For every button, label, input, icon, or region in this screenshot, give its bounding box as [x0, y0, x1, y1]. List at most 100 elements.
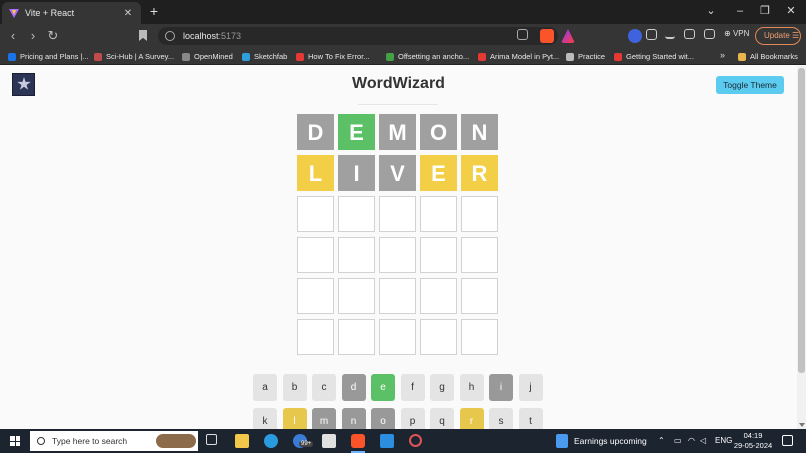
key-o[interactable]: o — [371, 408, 395, 429]
forward-icon[interactable]: › — [24, 27, 42, 45]
key-c[interactable]: c — [312, 374, 336, 401]
close-window-icon[interactable]: ✕ — [783, 3, 799, 19]
url-port: :5173 — [218, 31, 242, 41]
maximize-icon[interactable]: ❐ — [757, 3, 773, 19]
browser-tab[interactable]: Vite + React ✕ — [2, 2, 141, 24]
wallet-icon[interactable] — [704, 29, 715, 39]
file-explorer-icon[interactable] — [235, 434, 249, 448]
board-cell — [461, 196, 498, 232]
brave-shields-icon[interactable] — [540, 29, 554, 43]
bookmark-label: Getting Started wit... — [626, 52, 694, 61]
key-l[interactable]: l — [282, 408, 307, 429]
all-bookmarks-folder[interactable]: All Bookmarks — [738, 51, 798, 62]
page-scrollbar[interactable] — [797, 66, 806, 429]
taskbar-search[interactable]: Type here to search — [30, 431, 198, 451]
bookmark-item[interactable]: OpenMined — [182, 51, 233, 62]
board-cell: V — [379, 155, 416, 191]
minimize-icon[interactable]: – — [732, 3, 748, 19]
edge-icon[interactable] — [264, 434, 278, 448]
bookmark-item[interactable]: How To Fix Error... — [296, 51, 370, 62]
key-e[interactable]: e — [371, 374, 395, 401]
key-f[interactable]: f — [400, 374, 425, 401]
board-cell — [461, 278, 498, 314]
board-cell — [420, 237, 457, 273]
vscode-icon[interactable] — [380, 434, 394, 448]
key-p[interactable]: p — [400, 408, 425, 429]
key-s[interactable]: s — [489, 408, 513, 429]
taskbar-clock[interactable]: 04:19 29-05-2024 — [733, 431, 773, 451]
key-b[interactable]: b — [282, 374, 307, 401]
bookmark-icon[interactable] — [139, 30, 147, 41]
update-button[interactable]: Update ☰ — [755, 27, 801, 45]
bookmark-item[interactable]: Sci-Hub | A Survey... — [94, 51, 174, 62]
download-icon[interactable] — [665, 29, 675, 39]
extension-icon[interactable] — [628, 29, 642, 43]
board-cell: R — [461, 155, 498, 191]
back-icon[interactable]: ‹ — [4, 27, 22, 45]
scroll-down-icon[interactable] — [799, 423, 805, 427]
board-cell — [297, 196, 334, 232]
brave-browser-icon[interactable] — [351, 434, 365, 448]
news-widget[interactable]: Earnings upcoming — [556, 434, 647, 448]
wifi-icon[interactable]: ◠ — [688, 436, 695, 445]
tray-overflow-icon[interactable]: ⌃ — [658, 436, 665, 445]
key-j[interactable]: j — [518, 374, 543, 401]
bookmark-item[interactable]: Pricing and Plans |... — [8, 51, 89, 62]
extensions-puzzle-icon[interactable] — [646, 29, 657, 40]
store-icon[interactable] — [322, 434, 336, 448]
recorder-icon[interactable] — [409, 434, 422, 447]
reload-icon[interactable]: ↻ — [44, 27, 62, 45]
address-bar[interactable]: localhost:5173 — [158, 27, 558, 45]
bookmark-favicon-icon — [614, 52, 622, 61]
scrollbar-thumb[interactable] — [798, 68, 805, 373]
key-k[interactable]: k — [253, 408, 277, 429]
key-g[interactable]: g — [430, 374, 454, 401]
vpn-button[interactable]: ⊕ VPN — [724, 29, 749, 38]
brave-rewards-icon[interactable] — [561, 29, 575, 43]
bookmarks-bar: Pricing and Plans |... Sci-Hub | A Surve… — [0, 48, 806, 65]
key-r[interactable]: r — [459, 408, 484, 429]
bookmark-item[interactable]: Sketchfab — [242, 51, 287, 62]
key-h[interactable]: h — [459, 374, 484, 401]
update-label: Update — [764, 31, 790, 40]
bookmark-label: Sci-Hub | A Survey... — [106, 52, 175, 61]
new-tab-button[interactable]: + — [147, 4, 161, 18]
bookmark-favicon-icon — [182, 52, 190, 61]
close-tab-icon[interactable]: ✕ — [122, 8, 134, 19]
url-host: localhost — [183, 31, 219, 41]
tab-search-icon[interactable]: ⌄ — [703, 3, 719, 19]
site-info-icon[interactable] — [165, 31, 175, 41]
bookmark-item[interactable]: Practice — [566, 51, 605, 62]
key-m[interactable]: m — [312, 408, 336, 429]
sidebar-icon[interactable] — [684, 29, 695, 39]
bookmark-item[interactable]: Getting Started wit... — [614, 51, 694, 62]
page-content: WordWizard Toggle Theme DEMONLIVER abcde… — [0, 66, 797, 429]
windows-start-icon[interactable] — [10, 436, 20, 446]
bookmark-item[interactable]: Offsetting an ancho... — [386, 51, 469, 62]
bookmark-favicon-icon — [94, 52, 102, 61]
key-q[interactable]: q — [430, 408, 454, 429]
board-cell — [461, 319, 498, 355]
notification-badge: 99+ — [299, 441, 314, 447]
bookmark-item[interactable]: Arima Model in Pyt... — [478, 51, 559, 62]
bookmark-favicon-icon — [296, 52, 304, 61]
board-cell — [338, 196, 375, 232]
clock-time: 04:19 — [743, 431, 763, 440]
key-t[interactable]: t — [518, 408, 543, 429]
key-n[interactable]: n — [341, 408, 366, 429]
tab-title: Vite + React — [25, 8, 75, 18]
key-i[interactable]: i — [489, 374, 513, 401]
key-d[interactable]: d — [341, 374, 366, 401]
volume-icon[interactable]: ◁ — [700, 436, 706, 445]
task-view-icon[interactable] — [206, 434, 217, 445]
notifications-icon[interactable] — [782, 435, 793, 446]
toggle-theme-button[interactable]: Toggle Theme — [716, 76, 784, 94]
browser-tab-strip: Vite + React ✕ + ⌄ – ❐ ✕ — [0, 0, 806, 24]
bookmarks-overflow-icon[interactable]: » — [720, 50, 725, 60]
news-icon — [556, 434, 568, 448]
key-a[interactable]: a — [253, 374, 277, 401]
app-title: WordWizard — [352, 75, 445, 92]
battery-icon[interactable]: ▭ — [674, 436, 682, 445]
share-icon[interactable] — [517, 29, 528, 40]
language-indicator[interactable]: ENG — [715, 436, 732, 445]
